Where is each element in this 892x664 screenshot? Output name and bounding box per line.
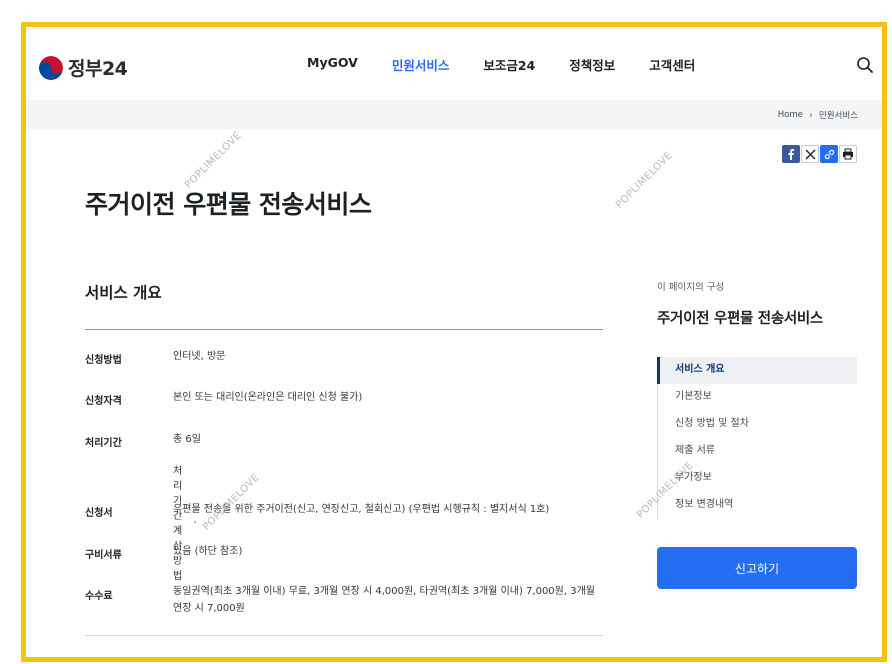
nav-civil-service[interactable]: 민원서비스 xyxy=(392,55,450,74)
section-title: 서비스 개요 xyxy=(85,284,162,302)
row-label: 수수료 xyxy=(85,591,113,602)
row-label: 신청자격 xyxy=(85,396,122,407)
row-value: 우편물 전송을 위한 주거이전(신고, 연장신고, 철회신고) (우편법 시행규… xyxy=(173,504,550,515)
sidebar-caption: 이 페이지의 구성 xyxy=(657,282,725,293)
nav-mygov[interactable]: MyGOV xyxy=(307,55,358,74)
processing-time-calc-link[interactable]: 처리기간 계산 방법 xyxy=(173,462,197,582)
screenshot-frame: 정부24 MyGOV 민원서비스 보조금24 정책정보 고객센터 Home › … xyxy=(21,22,887,662)
row-value: 있음 (하단 참조) xyxy=(173,546,243,557)
toc-item-procedure[interactable]: 신청 방법 및 절차 xyxy=(658,411,857,438)
row-label: 구비서류 xyxy=(85,550,122,561)
main-nav: MyGOV 민원서비스 보조금24 정책정보 고객센터 xyxy=(307,55,729,74)
x-share-button[interactable] xyxy=(801,145,819,163)
row-value: 총 6일 xyxy=(173,434,201,445)
link-icon xyxy=(824,149,834,159)
toc-item-additional-info[interactable]: 부가정보 xyxy=(658,465,857,492)
watermark: POPLIMELOVE xyxy=(614,149,675,211)
calc-link-label: 처리기간 계산 방법 xyxy=(173,466,183,582)
page-toc: 서비스 개요 기본정보 신청 방법 및 절차 제출 서류 부가정보 정보 변경내… xyxy=(657,357,857,519)
watermark: POPLIMELOVE xyxy=(183,129,244,191)
row-value: 동일권역(최초 3개월 이내) 무료, 3개월 연장 시 4,000원, 타권역… xyxy=(173,586,595,614)
breadcrumb-home[interactable]: Home xyxy=(778,110,803,120)
copy-link-button[interactable] xyxy=(820,145,838,163)
site-header: 정부24 MyGOV 민원서비스 보조금24 정책정보 고객센터 xyxy=(26,27,882,100)
search-icon[interactable] xyxy=(856,56,874,74)
row-label: 처리기간 xyxy=(85,438,122,449)
nav-subsidy24[interactable]: 보조금24 xyxy=(483,55,535,74)
toc-item-change-history[interactable]: 정보 변경내역 xyxy=(658,492,857,519)
breadcrumb-bar: Home › 민원서비스 xyxy=(26,100,882,129)
page-title: 주거이전 우편물 전송서비스 xyxy=(85,190,372,219)
popup-icon xyxy=(194,520,197,524)
nav-customer-center[interactable]: 고객센터 xyxy=(649,55,695,74)
site-logo[interactable]: 정부24 xyxy=(39,54,128,81)
row-value: 본인 또는 대리인(온라인은 대리인 신청 불가) xyxy=(173,392,363,403)
printer-icon xyxy=(843,148,853,160)
nav-policy-info[interactable]: 정책정보 xyxy=(569,55,615,74)
toc-item-overview[interactable]: 서비스 개요 xyxy=(657,357,857,384)
taegeuk-logo-icon xyxy=(39,55,63,80)
facebook-icon xyxy=(788,149,794,160)
section-end-divider xyxy=(85,635,603,636)
toc-item-documents[interactable]: 제출 서류 xyxy=(658,438,857,465)
row-value: 인터넷, 방문 xyxy=(173,351,226,362)
section-divider xyxy=(85,329,603,330)
chevron-right-icon: › xyxy=(808,109,813,121)
report-button[interactable]: 신고하기 xyxy=(657,547,857,589)
x-icon xyxy=(805,149,815,159)
sidebar-title: 주거이전 우편물 전송서비스 xyxy=(657,311,823,327)
breadcrumb: Home › 민원서비스 xyxy=(778,109,858,122)
logo-text: 정부24 xyxy=(68,58,128,80)
row-label: 신청방법 xyxy=(85,355,122,366)
breadcrumb-current[interactable]: 민원서비스 xyxy=(819,109,858,121)
row-label: 신청서 xyxy=(85,508,113,519)
print-button[interactable] xyxy=(839,145,857,163)
facebook-share-button[interactable] xyxy=(782,145,800,163)
toc-item-basic-info[interactable]: 기본정보 xyxy=(658,384,857,411)
